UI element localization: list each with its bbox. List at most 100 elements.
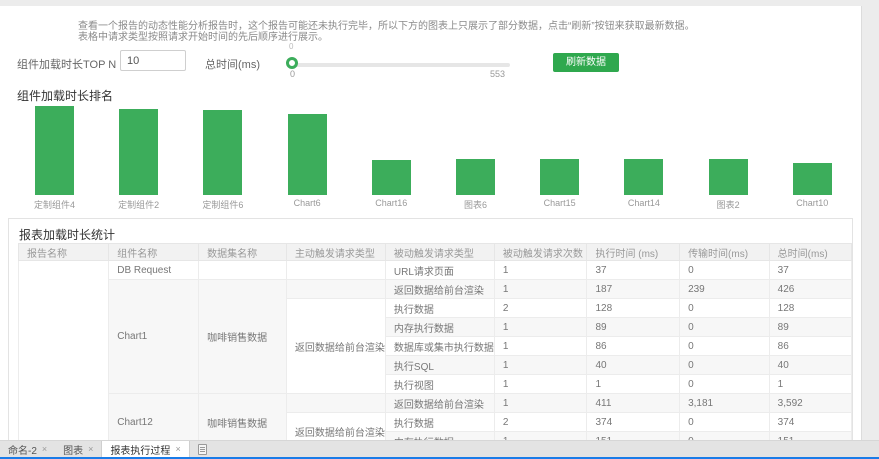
load-time-stats-table: 报告名称组件名称数据集名称主动触发请求类型被动触发请求类型被动触发请求次数执行时… bbox=[18, 243, 852, 443]
chart-bar-label: Chart6 bbox=[262, 198, 352, 208]
table-cell: 0 bbox=[680, 413, 770, 432]
document-tab-label: 命名-2 bbox=[8, 442, 37, 457]
table-column-header: 传输时间(ms) bbox=[680, 244, 770, 261]
report-analysis-panel: 查看一个报告的动态性能分析报告时，这个报告可能还未执行完毕，所以下方的图表上只展… bbox=[0, 6, 862, 440]
table-cell: URL请求页面 bbox=[385, 261, 494, 280]
component-load-time-bar-chart: 定制组件4定制组件2定制组件6Chart6Chart16图表6Chart15Ch… bbox=[0, 6, 862, 216]
table-cell: 128 bbox=[769, 299, 851, 318]
chart-bar-label: 图表6 bbox=[431, 198, 521, 211]
document-tab[interactable]: 报表执行过程 × bbox=[101, 441, 189, 457]
table-cell: 1 bbox=[494, 337, 587, 356]
chart-bar-label: Chart16 bbox=[346, 198, 436, 208]
table-cell: 89 bbox=[587, 318, 680, 337]
table-cell: 执行数据 bbox=[385, 299, 494, 318]
table-column-header: 组件名称 bbox=[109, 244, 199, 261]
table-cell bbox=[199, 261, 287, 280]
table-cell: 返回数据给前台渲染 bbox=[385, 394, 494, 413]
table-cell: 374 bbox=[769, 413, 851, 432]
table-cell: 返回数据给前台渲染 bbox=[286, 413, 385, 444]
chart-bar bbox=[203, 110, 242, 195]
table-column-header: 执行时间 (ms) bbox=[587, 244, 680, 261]
table-cell: 187 bbox=[587, 280, 680, 299]
table-cell: 3,592 bbox=[769, 394, 851, 413]
table-cell: 0 bbox=[680, 337, 770, 356]
table-cell bbox=[286, 261, 385, 280]
new-report-icon[interactable] bbox=[198, 444, 207, 455]
table-cell: 1 bbox=[494, 375, 587, 394]
table-cell: 1 bbox=[494, 280, 587, 299]
table-cell: 411 bbox=[587, 394, 680, 413]
table-row: Chart12咖啡销售数据返回数据给前台渲染14113,1813,592 bbox=[19, 394, 852, 413]
table-cell: 返回数据给前台渲染 bbox=[385, 280, 494, 299]
chart-bar-label: 定制组件6 bbox=[178, 198, 268, 211]
table-cell: 86 bbox=[587, 337, 680, 356]
table-cell: 426 bbox=[769, 280, 851, 299]
table-cell: 1 bbox=[494, 318, 587, 337]
table-title: 报表加载时长统计 bbox=[19, 226, 115, 243]
chart-bar bbox=[709, 159, 748, 195]
load-time-stats-panel: 报表加载时长统计 报告名称组件名称数据集名称主动触发请求类型被动触发请求类型被动… bbox=[8, 218, 853, 443]
document-tab-label: 图表 bbox=[63, 442, 83, 457]
table-cell: 0 bbox=[680, 375, 770, 394]
table-cell: 内存执行数据 bbox=[385, 318, 494, 337]
table-cell: 执行视图 bbox=[385, 375, 494, 394]
document-tab[interactable]: 图表 × bbox=[55, 441, 101, 457]
table-cell: 2 bbox=[494, 413, 587, 432]
table-column-header: 数据集名称 bbox=[199, 244, 287, 261]
chart-bar bbox=[456, 159, 495, 195]
table-cell: Chart1 bbox=[109, 280, 199, 394]
table-cell: DB Request bbox=[109, 261, 199, 280]
chart-bar bbox=[624, 159, 663, 195]
table-cell: 执行SQL bbox=[385, 356, 494, 375]
table-cell: 1 bbox=[494, 394, 587, 413]
table-cell: 40 bbox=[769, 356, 851, 375]
table-cell bbox=[286, 280, 385, 299]
table-cell: 数据库或集市执行数据 bbox=[385, 337, 494, 356]
table-cell: 2 bbox=[494, 299, 587, 318]
chart-bar-label: Chart14 bbox=[599, 198, 689, 208]
chart-bar-label: 图表2 bbox=[683, 198, 773, 211]
table-cell: 1 bbox=[494, 261, 587, 280]
close-tab-icon[interactable]: × bbox=[88, 444, 93, 454]
table-column-header: 被动触发请求类型 bbox=[385, 244, 494, 261]
table-cell: 1 bbox=[494, 356, 587, 375]
table-cell: 3,181 bbox=[680, 394, 770, 413]
bottom-tab-bar: 命名-2 × 图表 × 报表执行过程 × bbox=[0, 440, 879, 457]
chart-bar bbox=[35, 106, 74, 195]
chart-bar-label: Chart15 bbox=[515, 198, 605, 208]
close-tab-icon[interactable]: × bbox=[175, 444, 180, 454]
app-window: 查看一个报告的动态性能分析报告时，这个报告可能还未执行完毕，所以下方的图表上只展… bbox=[0, 0, 879, 459]
chart-bar bbox=[793, 163, 832, 195]
document-tab[interactable]: 命名-2 × bbox=[0, 441, 55, 457]
chart-bar-label: 定制组件4 bbox=[10, 198, 100, 211]
table-cell: 89 bbox=[769, 318, 851, 337]
table-cell: Chart12 bbox=[109, 394, 199, 444]
chart-bar-label: 定制组件2 bbox=[94, 198, 184, 211]
table-cell: 128 bbox=[587, 299, 680, 318]
table-row: DB RequestURL请求页面137037 bbox=[19, 261, 852, 280]
table-cell: 1 bbox=[587, 375, 680, 394]
table-cell: 咖啡销售数据 bbox=[199, 280, 287, 394]
table-cell bbox=[19, 261, 109, 444]
chart-bar bbox=[288, 114, 327, 195]
table-cell: 374 bbox=[587, 413, 680, 432]
table-cell: 执行数据 bbox=[385, 413, 494, 432]
table-header-row: 报告名称组件名称数据集名称主动触发请求类型被动触发请求类型被动触发请求次数执行时… bbox=[19, 244, 852, 261]
table-cell: 1 bbox=[769, 375, 851, 394]
table-cell: 37 bbox=[769, 261, 851, 280]
close-tab-icon[interactable]: × bbox=[42, 444, 47, 454]
chart-bar-label: Chart10 bbox=[767, 198, 857, 208]
table-cell: 0 bbox=[680, 299, 770, 318]
table-cell: 咖啡销售数据 bbox=[199, 394, 287, 444]
table-cell: 37 bbox=[587, 261, 680, 280]
table-column-header: 报告名称 bbox=[19, 244, 109, 261]
table-column-header: 被动触发请求次数 bbox=[494, 244, 587, 261]
document-tab-label: 报表执行过程 bbox=[110, 442, 170, 457]
chart-bar bbox=[372, 160, 411, 195]
table-cell: 40 bbox=[587, 356, 680, 375]
chart-bar bbox=[119, 109, 158, 195]
table-column-header: 主动触发请求类型 bbox=[286, 244, 385, 261]
table-cell: 0 bbox=[680, 261, 770, 280]
table-cell: 返回数据给前台渲染 bbox=[286, 299, 385, 394]
table-cell: 239 bbox=[680, 280, 770, 299]
